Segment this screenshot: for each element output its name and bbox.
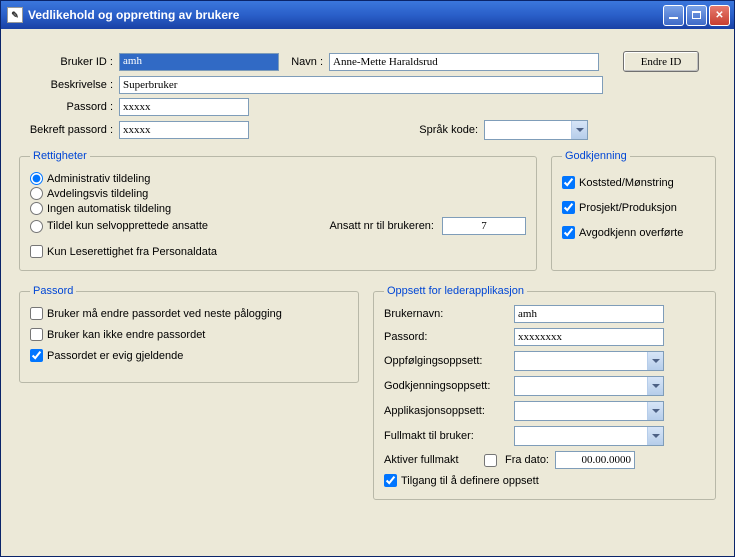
check-kun-lese-input[interactable]: [30, 245, 43, 258]
check-kan-ikke-endre-input[interactable]: [30, 328, 43, 341]
titlebar: ✎ Vedlikehold og oppretting av brukere ✕: [1, 1, 734, 29]
check-avgodkjenn-input[interactable]: [562, 226, 575, 239]
row-oppfolging: Oppfølgingsoppsett:: [384, 351, 705, 371]
applikasjon-oppsett-select[interactable]: [514, 401, 664, 421]
app-window: ✎ Vedlikehold og oppretting av brukere ✕…: [0, 0, 735, 557]
check-kun-lese[interactable]: Kun Leserettighet fra Personaldata: [30, 245, 526, 258]
check-prosjekt[interactable]: Prosjekt/Produksjon: [562, 201, 705, 214]
passord-label: Passord :: [19, 101, 119, 113]
ansatt-nr-label: Ansatt nr til brukeren:: [329, 220, 434, 232]
rettigheter-legend: Rettigheter: [30, 150, 90, 162]
leder-brukernavn-label: Brukernavn:: [384, 308, 514, 320]
leder-group: Oppsett for lederapplikasjon Brukernavn:…: [373, 285, 716, 500]
passord-input[interactable]: [119, 98, 249, 116]
rettigheter-group: Rettigheter Administrativ tildeling Avde…: [19, 150, 537, 271]
maximize-button[interactable]: [686, 5, 707, 26]
godkjenning-oppsett-label: Godkjenningsoppsett:: [384, 380, 514, 392]
navn-label: Navn :: [281, 56, 329, 68]
radio-admin-tildeling[interactable]: Administrativ tildeling: [30, 172, 526, 185]
check-kan-ikke-endre[interactable]: Bruker kan ikke endre passordet: [30, 328, 348, 341]
endre-id-button[interactable]: Endre ID: [623, 51, 699, 72]
leder-brukernavn-input[interactable]: [514, 305, 664, 323]
godkjenning-oppsett-select[interactable]: [514, 376, 664, 396]
chevron-down-icon: [647, 377, 663, 395]
sprak-kode-select[interactable]: [484, 120, 588, 140]
fra-dato-input[interactable]: [555, 451, 635, 469]
oppfolging-select[interactable]: [514, 351, 664, 371]
godkjenning-group: Godkjenning Koststed/Mønstring Prosjekt/…: [551, 150, 716, 271]
radio-admin-tildeling-input[interactable]: [30, 172, 43, 185]
check-endre-neste-input[interactable]: [30, 307, 43, 320]
row-godkjenning-oppsett: Godkjenningsoppsett:: [384, 376, 705, 396]
leder-passord-label: Passord:: [384, 331, 514, 343]
check-koststed[interactable]: Koststed/Mønstring: [562, 176, 705, 189]
radio-tildel-kun-input[interactable]: [30, 220, 43, 233]
radio-avdelingsvis-input[interactable]: [30, 187, 43, 200]
check-evig-gjeldende-input[interactable]: [30, 349, 43, 362]
window-body: Bruker ID : amh Navn : Endre ID Beskrive…: [1, 29, 734, 556]
fra-dato-label: Fra dato:: [497, 454, 555, 466]
row-leder-passord: Passord:: [384, 328, 705, 346]
row-passord: Passord :: [19, 98, 716, 116]
check-koststed-input[interactable]: [562, 176, 575, 189]
fullmakt-label: Fullmakt til bruker:: [384, 430, 514, 442]
passord-legend: Passord: [30, 285, 76, 297]
radio-tildel-kun: Tildel kun selvopprettede ansatte Ansatt…: [30, 217, 526, 235]
aktiver-fullmakt-label: Aktiver fullmakt: [384, 454, 484, 466]
beskrivelse-input[interactable]: [119, 76, 603, 94]
row-bekreft: Bekreft passord : Språk kode:: [19, 120, 716, 140]
applikasjon-oppsett-label: Applikasjonsoppsett:: [384, 405, 514, 417]
bruker-id-label: Bruker ID :: [19, 56, 119, 68]
navn-input[interactable]: [329, 53, 599, 71]
chevron-down-icon: [647, 427, 663, 445]
radio-ingen-auto-input[interactable]: [30, 202, 43, 215]
passord-group: Passord Bruker må endre passordet ved ne…: [19, 285, 359, 383]
row-aktiver-fullmakt: Aktiver fullmakt Fra dato:: [384, 451, 705, 469]
row-bruker-id: Bruker ID : amh Navn : Endre ID: [19, 51, 716, 72]
leder-legend: Oppsett for lederapplikasjon: [384, 285, 527, 297]
leder-passord-input[interactable]: [514, 328, 664, 346]
app-icon: ✎: [7, 7, 23, 23]
radio-ingen-auto[interactable]: Ingen automatisk tildeling: [30, 202, 526, 215]
radio-avdelingsvis[interactable]: Avdelingsvis tildeling: [30, 187, 526, 200]
check-tilgang-definere-input[interactable]: [384, 474, 397, 487]
row-beskrivelse: Beskrivelse :: [19, 76, 716, 94]
bekreft-passord-input[interactable]: [119, 121, 249, 139]
check-tilgang-definere[interactable]: Tilgang til å definere oppsett: [384, 474, 705, 487]
check-evig-gjeldende[interactable]: Passordet er evig gjeldende: [30, 349, 348, 362]
lower-columns: Passord Bruker må endre passordet ved ne…: [19, 285, 716, 500]
window-title: Vedlikehold og oppretting av brukere: [28, 8, 661, 22]
mid-columns: Rettigheter Administrativ tildeling Avde…: [19, 150, 716, 271]
chevron-down-icon: [647, 402, 663, 420]
check-avgodkjenn[interactable]: Avgodkjenn overførte: [562, 226, 705, 239]
aktiver-fullmakt-check[interactable]: [484, 454, 497, 467]
row-fullmakt: Fullmakt til bruker:: [384, 426, 705, 446]
close-button[interactable]: ✕: [709, 5, 730, 26]
row-applikasjon-oppsett: Applikasjonsoppsett:: [384, 401, 705, 421]
row-leder-brukernavn: Brukernavn:: [384, 305, 705, 323]
check-prosjekt-input[interactable]: [562, 201, 575, 214]
beskrivelse-label: Beskrivelse :: [19, 79, 119, 91]
bruker-id-input[interactable]: amh: [119, 53, 279, 71]
oppfolging-label: Oppfølgingsoppsett:: [384, 355, 514, 367]
chevron-down-icon: [571, 121, 587, 139]
chevron-down-icon: [647, 352, 663, 370]
godkjenning-legend: Godkjenning: [562, 150, 630, 162]
minimize-button[interactable]: [663, 5, 684, 26]
ansatt-nr-input[interactable]: [442, 217, 526, 235]
fullmakt-select[interactable]: [514, 426, 664, 446]
sprak-kode-label: Språk kode:: [249, 124, 484, 136]
check-endre-neste[interactable]: Bruker må endre passordet ved neste pålo…: [30, 307, 348, 320]
bekreft-passord-label: Bekreft passord :: [19, 124, 119, 136]
